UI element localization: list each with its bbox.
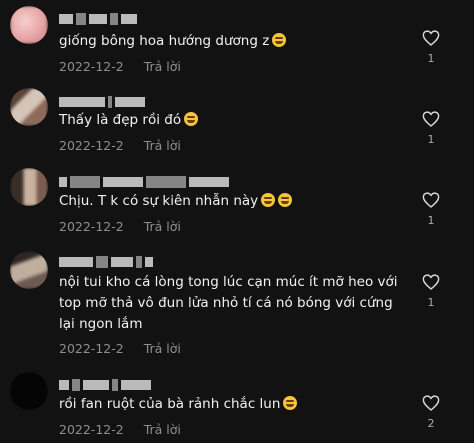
- like-button[interactable]: 2: [418, 395, 444, 430]
- comment-text: nội tui kho cá lòng tong lúc cạn múc ít …: [59, 274, 398, 332]
- laughing-emoji-icon: [261, 193, 276, 207]
- username-blurred[interactable]: [59, 255, 169, 268]
- like-button[interactable]: 1: [418, 111, 444, 146]
- comment-text: Chịu. T k có sự kiên nhẫn này: [59, 191, 409, 212]
- reply-button[interactable]: Trả lời: [144, 138, 181, 153]
- comment-meta: 2022-12-2 Trả lời: [59, 341, 181, 356]
- like-count: 1: [427, 52, 435, 65]
- heart-icon[interactable]: [422, 111, 440, 127]
- comment-text: rồi fan ruột của bà rảnh chắc lun: [59, 394, 409, 415]
- comment-text: giống bông hoa hướng dương z: [59, 31, 409, 52]
- comment-meta: 2022-12-2 Trả lời: [59, 138, 181, 153]
- laughing-emoji-icon: [278, 193, 293, 207]
- comment-date: 2022-12-2: [59, 59, 124, 74]
- laughing-emoji-icon: [283, 396, 298, 410]
- heart-icon[interactable]: [422, 30, 440, 46]
- comment-meta: 2022-12-2 Trả lời: [59, 422, 181, 437]
- like-count: 1: [427, 296, 435, 309]
- avatar[interactable]: [10, 168, 48, 206]
- laughing-emoji-icon: [272, 33, 287, 47]
- laughing-emoji-icon: [184, 112, 199, 126]
- username-blurred[interactable]: [59, 378, 169, 391]
- comment-date: 2022-12-2: [59, 422, 124, 437]
- like-button[interactable]: 1: [418, 274, 444, 309]
- avatar[interactable]: [10, 372, 48, 410]
- heart-icon[interactable]: [422, 192, 440, 208]
- avatar[interactable]: [10, 88, 48, 126]
- like-button[interactable]: 1: [418, 30, 444, 65]
- comment-date: 2022-12-2: [59, 138, 124, 153]
- reply-button[interactable]: Trả lời: [144, 59, 181, 74]
- comment-date: 2022-12-2: [59, 341, 124, 356]
- heart-icon[interactable]: [422, 395, 440, 411]
- comment-meta: 2022-12-2 Trả lời: [59, 59, 181, 74]
- like-button[interactable]: 1: [418, 192, 444, 227]
- comment-date: 2022-12-2: [59, 219, 124, 234]
- avatar[interactable]: [10, 251, 48, 289]
- username-blurred[interactable]: [59, 12, 169, 25]
- avatar[interactable]: [10, 6, 48, 44]
- comment-text: Thấy là đẹp rồi đó: [59, 110, 409, 131]
- reply-button[interactable]: Trả lời: [144, 341, 181, 356]
- like-count: 2: [427, 417, 435, 430]
- like-count: 1: [427, 133, 435, 146]
- username-blurred[interactable]: [59, 175, 239, 188]
- reply-button[interactable]: Trả lời: [144, 219, 181, 234]
- heart-icon[interactable]: [422, 274, 440, 290]
- reply-button[interactable]: Trả lời: [144, 422, 181, 437]
- comment-meta: 2022-12-2 Trả lời: [59, 219, 181, 234]
- like-count: 1: [427, 214, 435, 227]
- username-blurred[interactable]: [59, 95, 169, 108]
